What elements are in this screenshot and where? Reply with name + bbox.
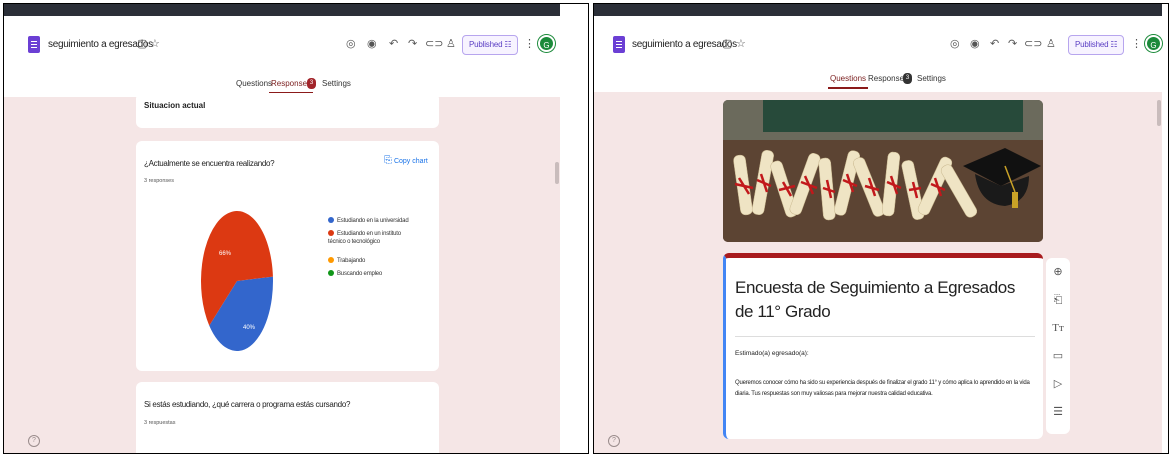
tab-settings[interactable]: Settings (322, 79, 351, 88)
star-icon[interactable]: ☆ (150, 38, 160, 50)
redo-icon[interactable]: ↷ (408, 38, 417, 50)
questions-canvas: Encuesta de Seguimiento a Egresados de 1… (594, 92, 1162, 453)
undo-icon[interactable]: ↶ (389, 38, 398, 50)
preview-icon[interactable]: ◉ (367, 38, 377, 50)
left-screenshot-panel: seguimiento a egresados ▢ ☆ ◎ ◉ ↶ ↷ ⊂⊃ ♙… (3, 3, 589, 454)
add-collaborator-icon-right[interactable]: ♙ (1046, 38, 1056, 50)
right-screenshot-panel: seguimiento a egresados ▢ ☆ ◎ ◉ ↶ ↷ ⊂⊃ ♙… (593, 3, 1169, 454)
title-divider (735, 336, 1035, 337)
help-icon-right[interactable]: ? (608, 435, 620, 447)
responses-canvas: Situacion actual ¿Actualmente se encuent… (4, 93, 560, 453)
forms-logo-icon-right[interactable] (613, 36, 625, 53)
responses-count-badge: 3 (307, 78, 316, 89)
add-section-icon[interactable]: ☰ (1050, 404, 1066, 420)
palette-icon-right[interactable]: ◎ (950, 38, 960, 50)
legend-item-2: Trabajando (328, 257, 365, 264)
tab-bar: Questions Responses 3 Settings (4, 78, 560, 94)
avatar-right[interactable]: G (1145, 35, 1162, 52)
legend-dot-2 (328, 257, 334, 263)
browser-top-strip-right (594, 4, 1162, 16)
floating-toolbar: ⊕ ⎗ Tт ▭ ▷ ☰ (1046, 258, 1070, 434)
legend-dot-3 (328, 270, 334, 276)
response-count: 3 responses (144, 178, 174, 184)
redo-icon-right[interactable]: ↷ (1008, 38, 1017, 50)
legend-label-0: Estudiando en la universidad (337, 218, 409, 224)
pie-chart: 66% 40% (201, 211, 273, 351)
question-title: ¿Actualmente se encuentra realizando? (144, 159, 275, 168)
add-collaborator-icon[interactable]: ♙ (446, 38, 456, 50)
published-label: Published (469, 40, 503, 49)
copy-chart-label: Copy chart (393, 158, 428, 165)
help-icon[interactable]: ? (28, 435, 40, 447)
copy-chart-button[interactable]: ⎘ Copy chart (384, 155, 428, 166)
browser-top-strip (4, 4, 560, 16)
graduation-header-image (723, 100, 1043, 242)
legend-dot-0 (328, 217, 334, 223)
published-button-right[interactable]: Published ☷ (1068, 35, 1125, 55)
folder-icon[interactable]: ▢ (137, 38, 147, 50)
avatar[interactable]: G (538, 35, 555, 52)
tab-settings-right[interactable]: Settings (917, 74, 946, 83)
form-description[interactable]: Queremos conocer cómo ha sido su experie… (735, 378, 1035, 400)
responses-count-badge-right: 3 (903, 73, 912, 84)
tab-bar-right: Questions Responses 3 Settings (594, 73, 1162, 89)
star-icon-right[interactable]: ☆ (736, 38, 746, 50)
legend-label-3: Buscando empleo (337, 271, 383, 277)
section-header-card: Situacion actual (136, 93, 439, 128)
legend-item-3: Buscando empleo (328, 270, 382, 277)
tab-questions-right[interactable]: Questions (827, 74, 869, 89)
preview-icon-right[interactable]: ◉ (970, 38, 980, 50)
question-summary-card: ¿Actualmente se encuentra realizando? 3 … (136, 141, 439, 371)
section-title: Situacion actual (144, 101, 206, 110)
question-summary-card-2: Si estás estudiando, ¿qué carrera o prog… (136, 382, 439, 453)
add-image-icon[interactable]: ▭ (1050, 348, 1066, 364)
form-greeting[interactable]: Estimado(a) egresado(a): (735, 350, 809, 357)
published-button[interactable]: Published ☷ (462, 35, 519, 55)
form-title[interactable]: Encuesta de Seguimiento a Egresados de 1… (735, 276, 1025, 324)
slice-label-0: 66% (219, 251, 232, 257)
question-title-2: Si estás estudiando, ¿qué carrera o prog… (144, 400, 351, 409)
legend-label-1: Estudiando en un instituto técnico o tec… (328, 231, 401, 245)
published-label-right: Published (1075, 40, 1109, 49)
more-options-icon-right[interactable]: ⋮ (1131, 38, 1142, 50)
slice-label-1: 40% (243, 325, 256, 331)
legend-item-0: Estudiando en la universidad (328, 217, 409, 224)
add-video-icon[interactable]: ▷ (1050, 376, 1066, 392)
response-count-2: 3 respuestas (144, 420, 176, 426)
scrollbar[interactable] (555, 162, 559, 184)
undo-icon-right[interactable]: ↶ (990, 38, 999, 50)
palette-icon[interactable]: ◎ (346, 38, 356, 50)
link-icon-right[interactable]: ⊂⊃ (1024, 38, 1042, 50)
publish-settings-icon: ☷ (504, 40, 512, 49)
legend-item-1: Estudiando en un instituto técnico o tec… (328, 230, 414, 246)
link-icon[interactable]: ⊂⊃ (425, 38, 443, 50)
folder-icon-right[interactable]: ▢ (722, 38, 732, 50)
add-question-icon[interactable]: ⊕ (1050, 264, 1066, 280)
app-bar-right: seguimiento a egresados ▢ ☆ ◎ ◉ ↶ ↷ ⊂⊃ ♙… (594, 16, 1168, 72)
import-questions-icon[interactable]: ⎗ (1050, 292, 1066, 308)
copy-icon: ⎘ (384, 155, 392, 166)
add-title-icon[interactable]: Tт (1050, 320, 1066, 336)
scrollbar-right[interactable] (1157, 100, 1161, 126)
legend-label-2: Trabajando (337, 258, 366, 264)
tab-responses[interactable]: Responses (268, 79, 314, 94)
tab-questions[interactable]: Questions (236, 79, 272, 88)
legend-dot-1 (328, 230, 334, 236)
publish-settings-icon-right: ☷ (1110, 40, 1118, 49)
forms-logo-icon[interactable] (28, 36, 40, 53)
app-bar: seguimiento a egresados ▢ ☆ ◎ ◉ ↶ ↷ ⊂⊃ ♙… (4, 16, 588, 72)
more-options-icon[interactable]: ⋮ (524, 38, 535, 50)
form-title-card[interactable]: Encuesta de Seguimiento a Egresados de 1… (723, 253, 1043, 439)
